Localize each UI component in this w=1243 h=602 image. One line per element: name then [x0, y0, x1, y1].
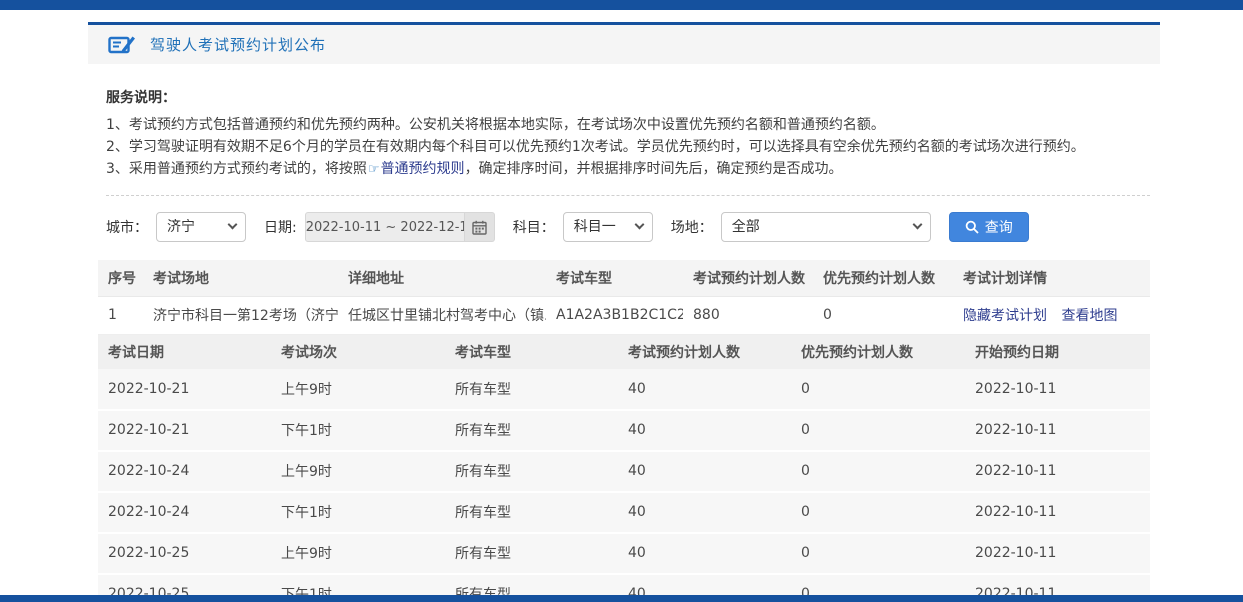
- col-exam-date: 考试日期: [98, 335, 271, 369]
- cell-priority-count: 0: [791, 369, 965, 410]
- cell-session: 上午9时: [271, 533, 445, 574]
- col-site: 考试场地: [143, 260, 338, 296]
- col-start-date: 开始预约日期: [965, 335, 1150, 369]
- calendar-button[interactable]: [465, 212, 495, 242]
- col-priority-count: 优先预约计划人数: [813, 260, 953, 296]
- clipboard-pen-icon: [108, 33, 136, 57]
- cell-plan-count: 40: [618, 492, 791, 533]
- col-index: 序号: [98, 260, 143, 296]
- cell-detail: 隐藏考试计划 查看地图: [953, 296, 1150, 334]
- table-row: 2022-10-24 下午1时 所有车型 40 0 2022-10-11: [98, 492, 1150, 533]
- top-bar: [0, 0, 1243, 10]
- service-note-1: 1、考试预约方式包括普通预约和优先预约两种。公安机关将根据本地实际，在考试场次中…: [106, 114, 1142, 136]
- table-row: 2022-10-25 上午9时 所有车型 40 0 2022-10-11: [98, 533, 1150, 574]
- service-notes-heading: 服务说明：: [106, 88, 1142, 108]
- col-address: 详细地址: [338, 260, 546, 296]
- ordinary-booking-rules-link[interactable]: 普通预约规则: [381, 161, 465, 177]
- site-select[interactable]: 全部: [721, 212, 931, 242]
- page-title: 驾驶人考试预约计划公布: [150, 34, 326, 55]
- exam-site-row: 1 济宁市科目一第12考场（济宁支... 任城区廿里铺北村驾考中心（镇... A…: [98, 296, 1150, 334]
- cell-start-date: 2022-10-11: [965, 369, 1150, 410]
- cell-priority-count: 0: [791, 451, 965, 492]
- cell-session: 上午9时: [271, 451, 445, 492]
- search-button-label: 查询: [985, 217, 1013, 237]
- hide-exam-plan-link[interactable]: 隐藏考试计划: [963, 308, 1047, 324]
- col-detail: 考试计划详情: [953, 260, 1150, 296]
- note-3-prefix: 3、采用普通预约方式预约考试的，将按照: [106, 161, 367, 177]
- exam-site-header-row: 序号 考试场地 详细地址 考试车型 考试预约计划人数 优先预约计划人数 考试计划…: [98, 260, 1150, 296]
- cell-plan-count: 40: [618, 369, 791, 410]
- cell-plan-count: 40: [618, 451, 791, 492]
- subject-label: 科目：: [513, 217, 555, 237]
- col-vehicle-type: 考试车型: [445, 335, 618, 369]
- exam-site-table: 序号 考试场地 详细地址 考试车型 考试预约计划人数 优先预约计划人数 考试计划…: [98, 260, 1150, 335]
- cell-start-date: 2022-10-11: [965, 533, 1150, 574]
- cell-start-date: 2022-10-11: [965, 492, 1150, 533]
- bottom-bar: [0, 595, 1243, 602]
- cell-exam-date: 2022-10-25: [98, 533, 271, 574]
- cell-start-date: 2022-10-11: [965, 410, 1150, 451]
- site-label: 场地：: [671, 217, 713, 237]
- col-plan-count: 考试预约计划人数: [683, 260, 813, 296]
- table-row: 2022-10-24 上午9时 所有车型 40 0 2022-10-11: [98, 451, 1150, 492]
- date-range-input[interactable]: [305, 212, 465, 242]
- col-plan-count: 考试预约计划人数: [618, 335, 791, 369]
- date-range-group: [305, 212, 495, 242]
- cell-vehicle-type: 所有车型: [445, 369, 618, 410]
- view-map-link[interactable]: 查看地图: [1061, 308, 1117, 324]
- cell-session: 下午1时: [271, 492, 445, 533]
- note-3-suffix: ，确定排序时间，并根据排序时间先后，确定预约是否成功。: [465, 161, 843, 177]
- search-icon: [965, 220, 979, 234]
- city-select[interactable]: 济宁: [156, 212, 246, 242]
- col-vehicle: 考试车型: [546, 260, 683, 296]
- cell-priority-count: 0: [791, 410, 965, 451]
- cell-address: 任城区廿里铺北村驾考中心（镇...: [338, 296, 546, 334]
- col-session: 考试场次: [271, 335, 445, 369]
- cell-priority-count: 0: [791, 492, 965, 533]
- cell-vehicle-type: 所有车型: [445, 533, 618, 574]
- cell-session: 上午9时: [271, 369, 445, 410]
- subject-select[interactable]: 科目一: [563, 212, 653, 242]
- cell-exam-date: 2022-10-24: [98, 451, 271, 492]
- panel-header: 驾驶人考试预约计划公布: [88, 22, 1160, 64]
- service-note-3: 3、采用普通预约方式预约考试的，将按照☞普通预约规则，确定排序时间，并根据排序时…: [106, 158, 1142, 181]
- cell-exam-date: 2022-10-21: [98, 410, 271, 451]
- cell-vehicle-type: 所有车型: [445, 410, 618, 451]
- cell-vehicle-type: 所有车型: [445, 492, 618, 533]
- cell-plan-count: 880: [683, 296, 813, 334]
- filter-bar: 城市： 济宁 日期:: [88, 196, 1160, 256]
- detail-header-row: 考试日期 考试场次 考试车型 考试预约计划人数 优先预约计划人数 开始预约日期: [98, 335, 1150, 369]
- service-notes: 服务说明： 1、考试预约方式包括普通预约和优先预约两种。公安机关将根据本地实际，…: [88, 64, 1160, 181]
- main-content: 驾驶人考试预约计划公布 服务说明： 1、考试预约方式包括普通预约和优先预约两种。…: [88, 22, 1160, 602]
- city-label: 城市：: [106, 217, 148, 237]
- cell-plan-count: 40: [618, 410, 791, 451]
- cell-site: 济宁市科目一第12考场（济宁支...: [143, 296, 338, 334]
- cell-plan-count: 40: [618, 533, 791, 574]
- cell-exam-date: 2022-10-24: [98, 492, 271, 533]
- table-row: 2022-10-21 下午1时 所有车型 40 0 2022-10-11: [98, 410, 1150, 451]
- cell-vehicle-type: 所有车型: [445, 451, 618, 492]
- cell-start-date: 2022-10-11: [965, 451, 1150, 492]
- exam-plan-detail-table: 考试日期 考试场次 考试车型 考试预约计划人数 优先预约计划人数 开始预约日期 …: [98, 335, 1150, 602]
- cell-session: 下午1时: [271, 410, 445, 451]
- cell-exam-date: 2022-10-21: [98, 369, 271, 410]
- table-row: 2022-10-21 上午9时 所有车型 40 0 2022-10-11: [98, 369, 1150, 410]
- search-button[interactable]: 查询: [949, 212, 1029, 242]
- hand-pointer-icon: ☞: [368, 162, 380, 177]
- calendar-icon: [472, 220, 487, 235]
- cell-priority-count: 0: [813, 296, 953, 334]
- cell-vehicle: A1A2A3B1B2C1C2...: [546, 296, 683, 334]
- col-priority-count: 优先预约计划人数: [791, 335, 965, 369]
- service-note-2: 2、学习驾驶证明有效期不足6个月的学员在有效期内每个科目可以优先预约1次考试。学…: [106, 136, 1142, 158]
- cell-priority-count: 0: [791, 533, 965, 574]
- cell-index: 1: [98, 296, 143, 334]
- date-label: 日期:: [264, 217, 297, 237]
